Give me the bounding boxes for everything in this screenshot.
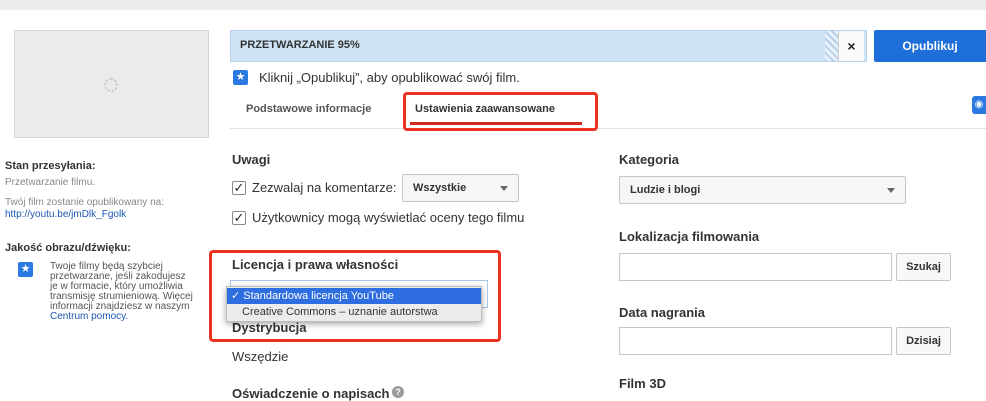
loading-spinner-icon: [104, 78, 118, 92]
comments-select-value: Wszystkie: [413, 182, 467, 194]
today-button[interactable]: Dzisiaj: [896, 327, 951, 355]
allow-comments-label: Zezwalaj na komentarze:: [252, 180, 397, 195]
allow-comments-checkbox[interactable]: ✓: [232, 181, 246, 195]
publish-button[interactable]: Opublikuj: [874, 30, 986, 62]
progress-label: PRZETWARZANIE 95%: [240, 39, 360, 51]
star-icon: ★: [18, 262, 33, 277]
ratings-label: Użytkownicy mogą wyświetlać oceny tego f…: [252, 210, 525, 225]
comments-select[interactable]: Wszystkie: [402, 174, 519, 202]
progress-remaining: [825, 31, 838, 61]
film3d-title: Film 3D: [619, 376, 666, 391]
category-value: Ludzie i blogi: [630, 184, 701, 196]
comments-title: Uwagi: [232, 152, 271, 167]
category-select[interactable]: Ludzie i blogi: [619, 176, 906, 204]
ratings-checkbox[interactable]: ✓: [232, 211, 246, 225]
tab-basic-info[interactable]: Podstawowe informacje: [246, 103, 371, 115]
record-date-input[interactable]: [619, 327, 892, 355]
top-bar: [0, 0, 986, 10]
tabs-divider: [230, 128, 986, 129]
chevron-down-icon: [887, 188, 895, 193]
search-button[interactable]: Szukaj: [896, 253, 951, 281]
help-center-link[interactable]: Centrum pomocy.: [50, 312, 193, 322]
cancel-upload-button[interactable]: ×: [838, 31, 864, 61]
quality-label: Jakość obrazu/dźwięku:: [5, 242, 131, 254]
publish-hint: Kliknij „Opublikuj”, aby opublikować swó…: [259, 70, 520, 85]
captions-title: Oświadczenie o napisach: [232, 386, 390, 401]
upload-status-label: Stan przesyłania:: [5, 160, 96, 172]
upload-url-note: Twój film zostanie opublikowany na:: [5, 197, 164, 208]
quality-info-text: Twoje filmy będą szybciej przetwarzane, …: [50, 262, 193, 322]
distribution-value: Wszędzie: [232, 349, 289, 364]
highlight-license-section: [209, 250, 501, 342]
upload-status-value: Przetwarzanie filmu.: [5, 177, 96, 188]
video-url-link[interactable]: http://youtu.be/jmDlk_Fgolk: [5, 209, 126, 220]
star-icon: ★: [233, 70, 248, 85]
location-input[interactable]: [619, 253, 892, 281]
category-title: Kategoria: [619, 152, 679, 167]
globe-icon[interactable]: ◉: [972, 96, 986, 114]
record-date-title: Data nagrania: [619, 305, 705, 320]
highlight-advanced-tab: [403, 92, 598, 131]
location-title: Lokalizacja filmowania: [619, 229, 760, 244]
chevron-down-icon: [500, 186, 508, 191]
help-icon[interactable]: ?: [392, 386, 404, 398]
